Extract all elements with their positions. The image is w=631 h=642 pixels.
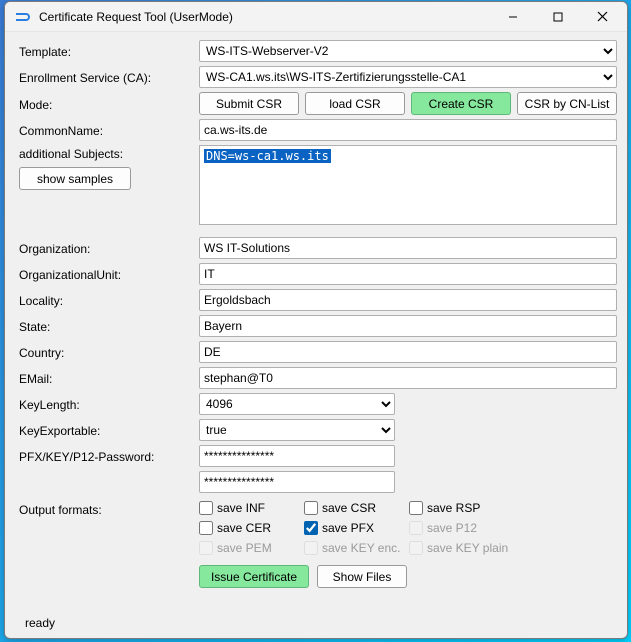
app-window: Certificate Request Tool (UserMode) Temp… — [4, 1, 628, 639]
additional-subjects-input[interactable]: DNS=ws-ca1.ws.its — [199, 145, 617, 225]
save-rsp-checkbox[interactable]: save RSP — [409, 501, 514, 515]
issue-certificate-button[interactable]: Issue Certificate — [199, 565, 309, 588]
state-input[interactable] — [199, 315, 617, 337]
email-input[interactable] — [199, 367, 617, 389]
submit-csr-button[interactable]: Submit CSR — [199, 92, 299, 115]
template-select[interactable]: WS-ITS-Webserver-V2 — [199, 40, 617, 62]
pfx-password-label: PFX/KEY/P12-Password: — [19, 448, 199, 464]
minimize-button[interactable] — [490, 2, 535, 31]
save-p12-checkbox: save P12 — [409, 521, 514, 535]
save-key-plain-checkbox: save KEY plain — [409, 541, 514, 555]
load-csr-button[interactable]: load CSR — [305, 92, 405, 115]
save-inf-checkbox[interactable]: save INF — [199, 501, 304, 515]
pfx-password-input[interactable] — [199, 445, 395, 467]
common-name-label: CommonName: — [19, 122, 199, 138]
save-pem-checkbox: save PEM — [199, 541, 304, 555]
window-controls — [490, 2, 625, 31]
csr-by-cn-button[interactable]: CSR by CN-List — [517, 92, 617, 115]
additional-subjects-label: additional Subjects: show samples — [19, 145, 199, 190]
common-name-input[interactable] — [199, 119, 617, 141]
save-pfx-checkbox[interactable]: save PFX — [304, 521, 409, 535]
status-bar: ready — [19, 610, 617, 634]
show-files-button[interactable]: Show Files — [317, 565, 407, 588]
save-cer-checkbox[interactable]: save CER — [199, 521, 304, 535]
country-label: Country: — [19, 344, 199, 360]
locality-label: Locality: — [19, 292, 199, 308]
maximize-button[interactable] — [535, 2, 580, 31]
key-length-label: KeyLength: — [19, 396, 199, 412]
additional-subjects-selected-text: DNS=ws-ca1.ws.its — [204, 149, 331, 163]
mode-label: Mode: — [19, 96, 199, 112]
country-input[interactable] — [199, 341, 617, 363]
email-label: EMail: — [19, 370, 199, 386]
enrollment-select[interactable]: WS-CA1.ws.its\WS-ITS-Zertifizierungsstel… — [199, 66, 617, 88]
enrollment-label: Enrollment Service (CA): — [19, 69, 199, 85]
organization-label: Organization: — [19, 240, 199, 256]
app-icon — [13, 10, 33, 24]
organization-input[interactable] — [199, 237, 617, 259]
output-formats-label: Output formats: — [19, 501, 199, 517]
window-title: Certificate Request Tool (UserMode) — [39, 10, 490, 24]
pfx-password-confirm-input[interactable] — [199, 471, 395, 493]
form-body: Template: WS-ITS-Webserver-V2 Enrollment… — [5, 32, 627, 638]
state-label: State: — [19, 318, 199, 334]
org-unit-label: OrganizationalUnit: — [19, 266, 199, 282]
show-samples-button[interactable]: show samples — [19, 167, 131, 190]
title-bar[interactable]: Certificate Request Tool (UserMode) — [5, 2, 627, 32]
org-unit-input[interactable] — [199, 263, 617, 285]
template-label: Template: — [19, 43, 199, 59]
locality-input[interactable] — [199, 289, 617, 311]
key-length-select[interactable]: 4096 — [199, 393, 395, 415]
create-csr-button[interactable]: Create CSR — [411, 92, 511, 115]
close-button[interactable] — [580, 2, 625, 31]
save-key-enc-checkbox: save KEY enc. — [304, 541, 409, 555]
save-csr-checkbox[interactable]: save CSR — [304, 501, 409, 515]
key-exportable-select[interactable]: true — [199, 419, 395, 441]
key-exportable-label: KeyExportable: — [19, 422, 199, 438]
